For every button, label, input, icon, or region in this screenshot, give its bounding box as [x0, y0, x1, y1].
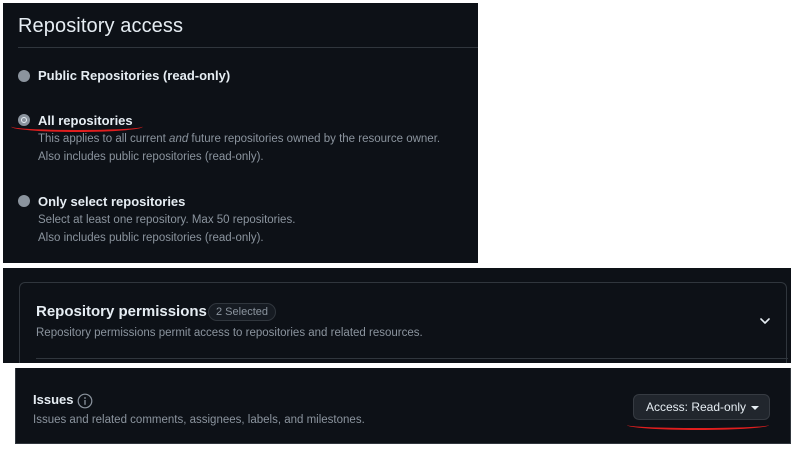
- desc-all-text-rest: future repositories owned by the resourc…: [188, 133, 441, 145]
- repository-permissions-description: Repository permissions permit access to …: [36, 327, 423, 339]
- red-underline-annotation-access: [627, 420, 769, 430]
- radio-button-public[interactable]: [18, 70, 30, 82]
- issues-permission-row: Issues Issues and related comments, assi…: [15, 368, 791, 444]
- desc-all-emphasis: and: [169, 133, 189, 145]
- option-label-public[interactable]: Public Repositories (read-only): [38, 68, 230, 83]
- radio-button-select[interactable]: [18, 195, 30, 207]
- option-desc-all-line2: Also includes public repositories (read-…: [38, 151, 264, 163]
- repository-permissions-panel: Repository permissions 2 Selected Reposi…: [3, 268, 791, 363]
- option-desc-select-line2: Also includes public repositories (read-…: [38, 232, 264, 244]
- access-level-label[interactable]: Access: Read-only: [646, 394, 746, 420]
- repository-access-title: Repository access: [18, 15, 184, 37]
- issues-row-box: Issues Issues and related comments, assi…: [15, 368, 791, 444]
- issues-label: Issues: [33, 392, 74, 407]
- option-desc-all-line1: This applies to all current and future r…: [38, 133, 440, 145]
- issues-description: Issues and related comments, assignees, …: [33, 414, 365, 426]
- option-label-select[interactable]: Only select repositories: [38, 194, 185, 209]
- selected-count-badge: 2 Selected: [208, 303, 276, 321]
- triangle-down-icon[interactable]: [751, 405, 760, 410]
- repository-permissions-header[interactable]: Repository permissions 2 Selected Reposi…: [19, 282, 788, 363]
- repository-permissions-title: Repository permissions: [36, 303, 207, 320]
- repository-access-panel: Repository access Public Repositories (r…: [3, 3, 478, 263]
- title-divider: [18, 47, 478, 48]
- option-desc-select-line1: Select at least one repository. Max 50 r…: [38, 214, 296, 226]
- red-underline-annotation: [11, 121, 143, 132]
- access-level-dropdown[interactable]: Access: Read-only: [633, 394, 771, 420]
- chevron-down-icon[interactable]: [757, 313, 773, 329]
- info-icon[interactable]: [77, 393, 93, 409]
- desc-all-text: This applies to all current: [38, 133, 170, 145]
- permissions-divider: [36, 358, 788, 359]
